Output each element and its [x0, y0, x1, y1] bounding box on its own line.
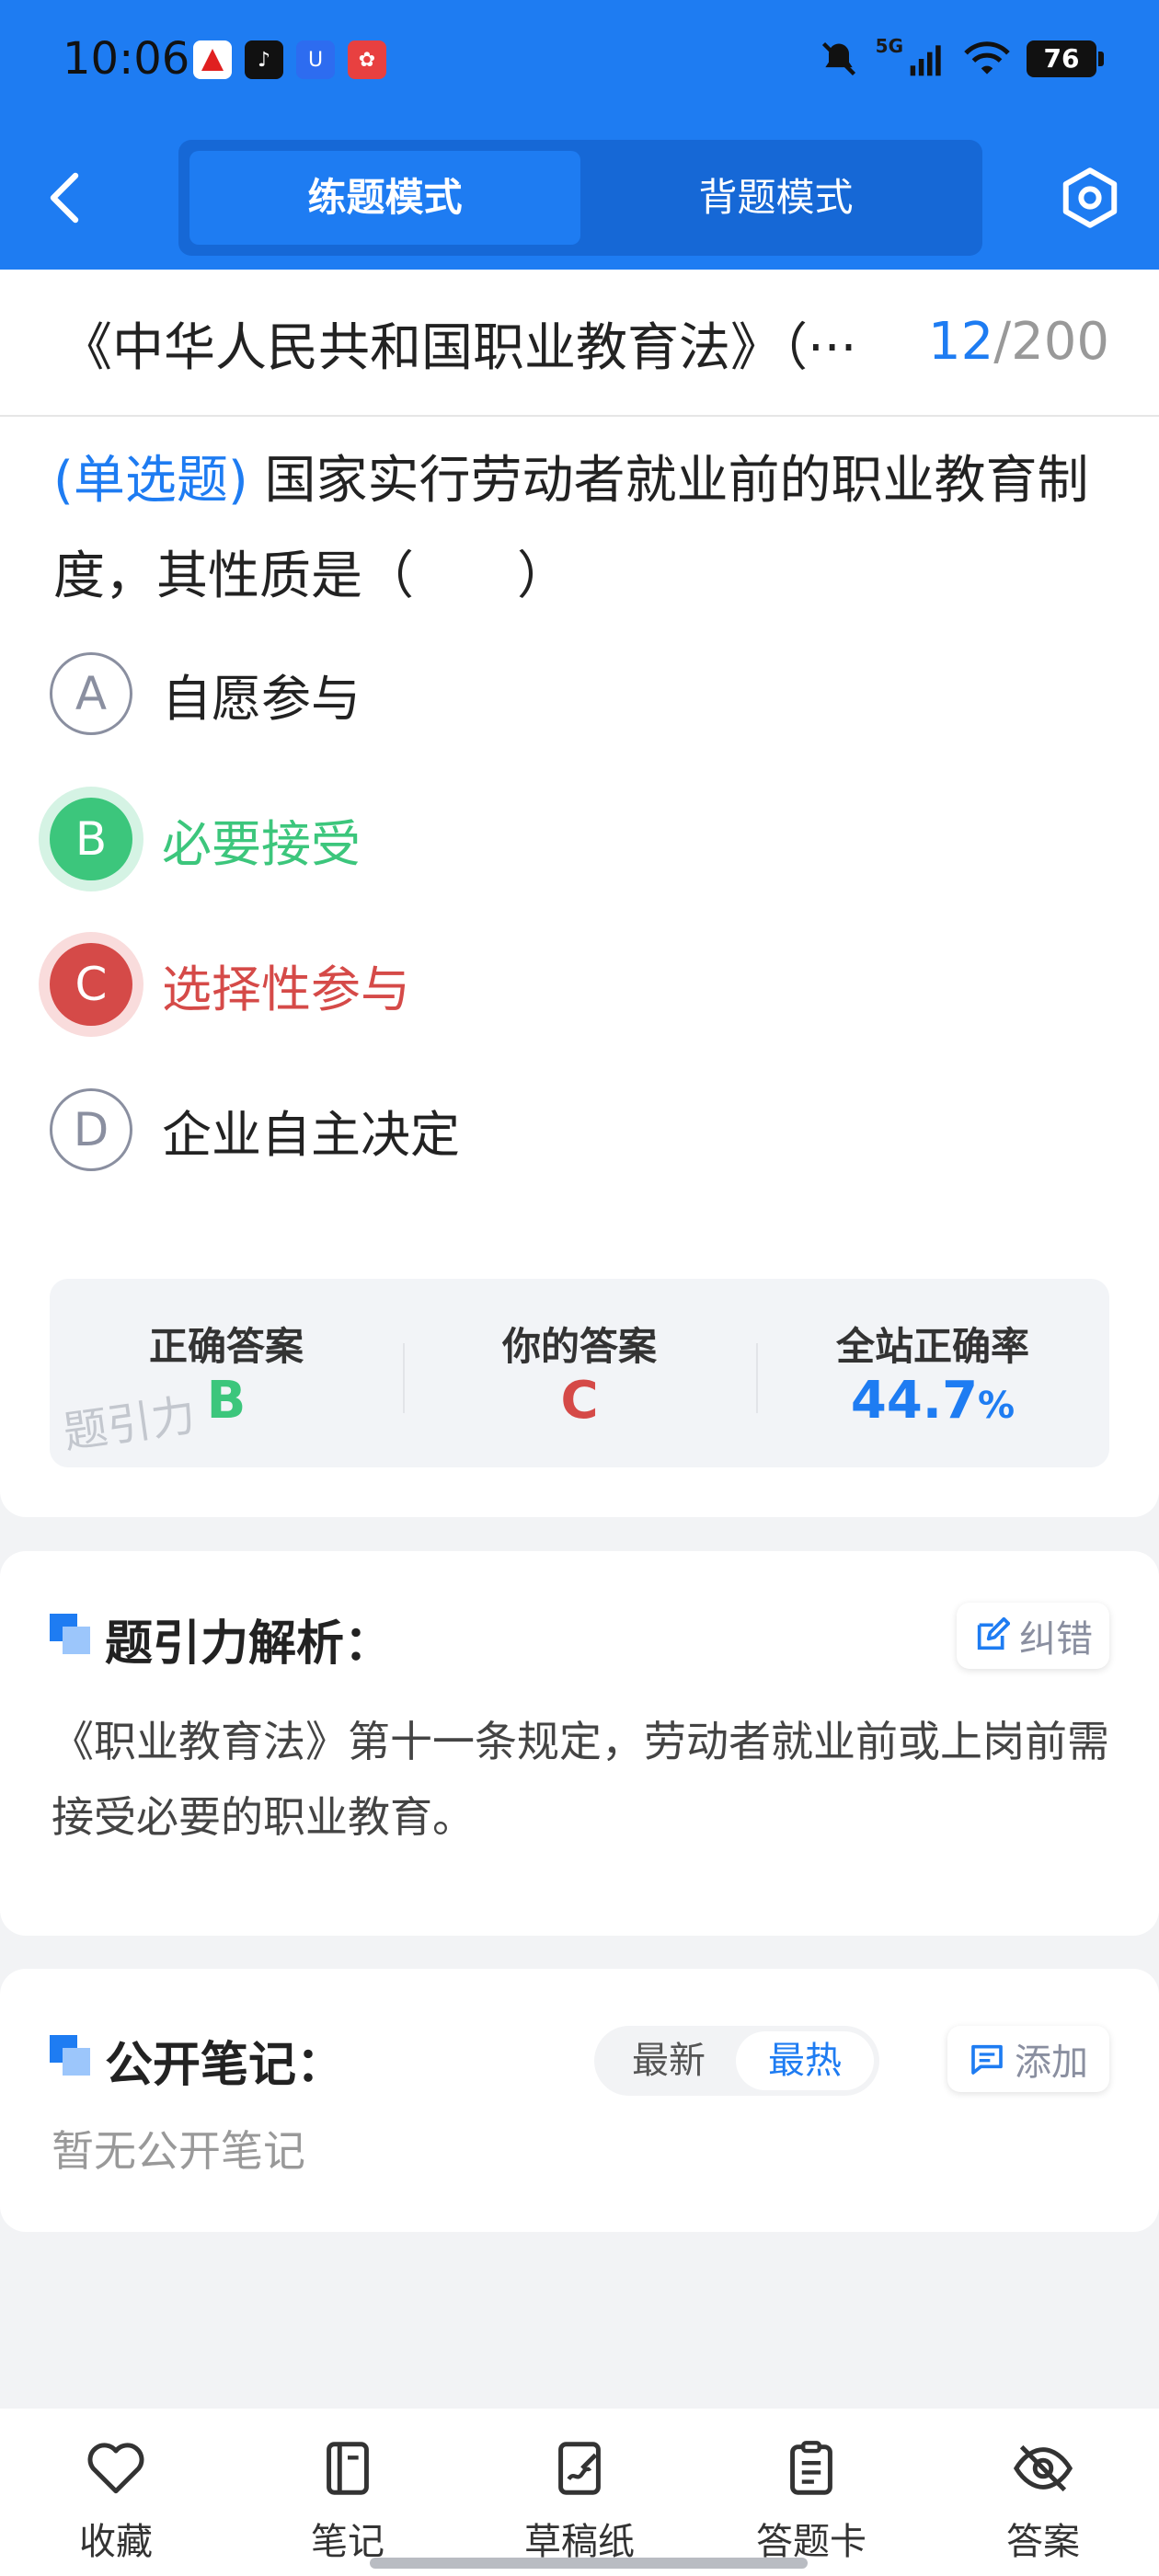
- your-answer-value: C: [560, 1371, 599, 1431]
- notes-empty-text: 暂无公开笔记: [52, 2126, 305, 2176]
- answer-sheet-icon: [790, 2441, 832, 2495]
- sort-latest[interactable]: 最新: [600, 2031, 738, 2090]
- nav-draft-paper[interactable]: 草稿纸: [464, 2409, 695, 2576]
- analysis-card: 题引力解析： 纠错 《职业教育法》第十一条规定，劳动者就业前或上岗前需接受必要的…: [0, 1551, 1159, 1936]
- option-text: 必要接受: [162, 814, 361, 873]
- section-marker-icon: [50, 2035, 92, 2077]
- current-question-number: 12: [927, 312, 994, 372]
- option-letter: B: [50, 798, 132, 880]
- network-type: 5G: [875, 35, 903, 57]
- heart-icon: [87, 2443, 144, 2494]
- comment-icon: [971, 2044, 1003, 2075]
- analysis-text: 《职业教育法》第十一条规定，劳动者就业前或上岗前需接受必要的职业教育。: [52, 1717, 1109, 1842]
- accuracy-unit: %: [978, 1385, 1016, 1427]
- accuracy-label: 全站正确率: [835, 1324, 1029, 1369]
- accuracy-column: 全站正确率 44.7%: [756, 1279, 1109, 1467]
- question-card: 《中华人民共和国职业教育法》（··· 12/200 (单选题) 国家实行劳动者就…: [0, 270, 1159, 1517]
- shopping-app-icon: ✿: [348, 40, 386, 79]
- option-d[interactable]: D 企业自主决定: [50, 1087, 878, 1172]
- home-indicator[interactable]: [370, 2558, 808, 2569]
- option-text: 企业自主决定: [162, 1105, 460, 1164]
- your-answer-label: 你的答案: [501, 1324, 657, 1369]
- tab-practice-mode[interactable]: 练题模式: [189, 151, 580, 245]
- section-marker-icon: [50, 1614, 92, 1656]
- analysis-title: 题引力解析：: [105, 1616, 393, 1672]
- notes-sort-toggle: 最新 最热: [594, 2026, 879, 2096]
- option-letter: C: [50, 943, 132, 1026]
- your-answer-column: 你的答案 C: [403, 1279, 756, 1467]
- mute-bell-icon: [821, 41, 855, 76]
- nav-favorite[interactable]: 收藏: [0, 2409, 232, 2576]
- accuracy-number: 44.7: [850, 1371, 979, 1431]
- eye-off-icon: [1013, 2444, 1073, 2492]
- mode-switch: 练题模式 背题模式: [178, 140, 982, 256]
- wifi-icon: [964, 41, 1010, 75]
- u-app-icon: U: [296, 40, 335, 79]
- nav-answer[interactable]: 答案: [927, 2409, 1159, 2576]
- total-question-count: 200: [1011, 312, 1109, 372]
- draft-paper-icon: [558, 2442, 601, 2495]
- bottom-toolbar: 收藏 笔记 草稿纸 答题卡 答案: [0, 2409, 1159, 2576]
- tiktok-app-icon: ♪: [245, 40, 283, 79]
- option-text: 选择性参与: [162, 960, 410, 1018]
- answer-summary: 正确答案 B 题引力 你的答案 C 全站正确率 44.7%: [50, 1279, 1109, 1467]
- option-a[interactable]: A 自愿参与: [50, 651, 878, 736]
- study-app-icon: [193, 40, 232, 79]
- question-progress[interactable]: 12/200: [928, 312, 1109, 372]
- sort-hottest[interactable]: 最热: [736, 2031, 874, 2090]
- settings-button[interactable]: [1058, 166, 1122, 230]
- add-note-label: 添加: [1015, 2041, 1088, 2084]
- back-button[interactable]: [48, 166, 94, 230]
- accuracy-value: 44.7%: [756, 1371, 1109, 1431]
- status-bar: 10:06 ♪ U ✿ 5G 76: [0, 28, 1159, 92]
- option-letter: A: [50, 652, 132, 735]
- status-indicators: 5G 76: [819, 35, 1104, 79]
- report-error-button[interactable]: 纠错: [957, 1603, 1109, 1669]
- correct-answer-column: 正确答案 B 题引力: [50, 1279, 403, 1467]
- notes-title: 公开笔记：: [105, 2038, 345, 2093]
- document-title[interactable]: 《中华人民共和国职业教育法》（···: [61, 306, 907, 381]
- question-stem: (单选题) 国家实行劳动者就业前的职业教育制度，其性质是（ ）: [53, 433, 1120, 625]
- nav-answer-label: 答案: [1006, 2521, 1080, 2563]
- nav-notes[interactable]: 笔记: [232, 2409, 464, 2576]
- option-text: 自愿参与: [162, 669, 361, 728]
- question-type: (单选题): [53, 451, 248, 511]
- hexagon-settings-icon: [1062, 167, 1118, 228]
- progress-separator: /: [993, 312, 1012, 372]
- option-c[interactable]: C 选择性参与: [50, 942, 878, 1027]
- top-header: 10:06 ♪ U ✿ 5G 76 练题模式 背题模式: [0, 0, 1159, 270]
- battery-indicator: 76: [1027, 40, 1104, 77]
- correct-answer-label: 正确答案: [148, 1324, 304, 1369]
- signal-icon: [910, 45, 941, 76]
- add-note-button[interactable]: 添加: [947, 2026, 1109, 2092]
- report-error-label: 纠错: [1019, 1618, 1093, 1661]
- edit-icon: [977, 1617, 1010, 1650]
- option-b[interactable]: B 必要接受: [50, 797, 878, 881]
- nav-answer-sheet[interactable]: 答题卡: [695, 2409, 927, 2576]
- nav-favorite-label: 收藏: [79, 2521, 153, 2563]
- option-letter: D: [50, 1088, 132, 1171]
- notes-card: 公开笔记： 最新 最热 添加 暂无公开笔记: [0, 1969, 1159, 2232]
- title-row: 《中华人民共和国职业教育法》（··· 12/200: [0, 270, 1159, 417]
- notebook-icon: [327, 2442, 369, 2495]
- tab-memorize-mode[interactable]: 背题模式: [580, 151, 971, 245]
- notification-icons: ♪ U ✿: [193, 40, 386, 79]
- status-time: 10:06: [63, 33, 190, 85]
- chevron-left-icon: [50, 172, 79, 224]
